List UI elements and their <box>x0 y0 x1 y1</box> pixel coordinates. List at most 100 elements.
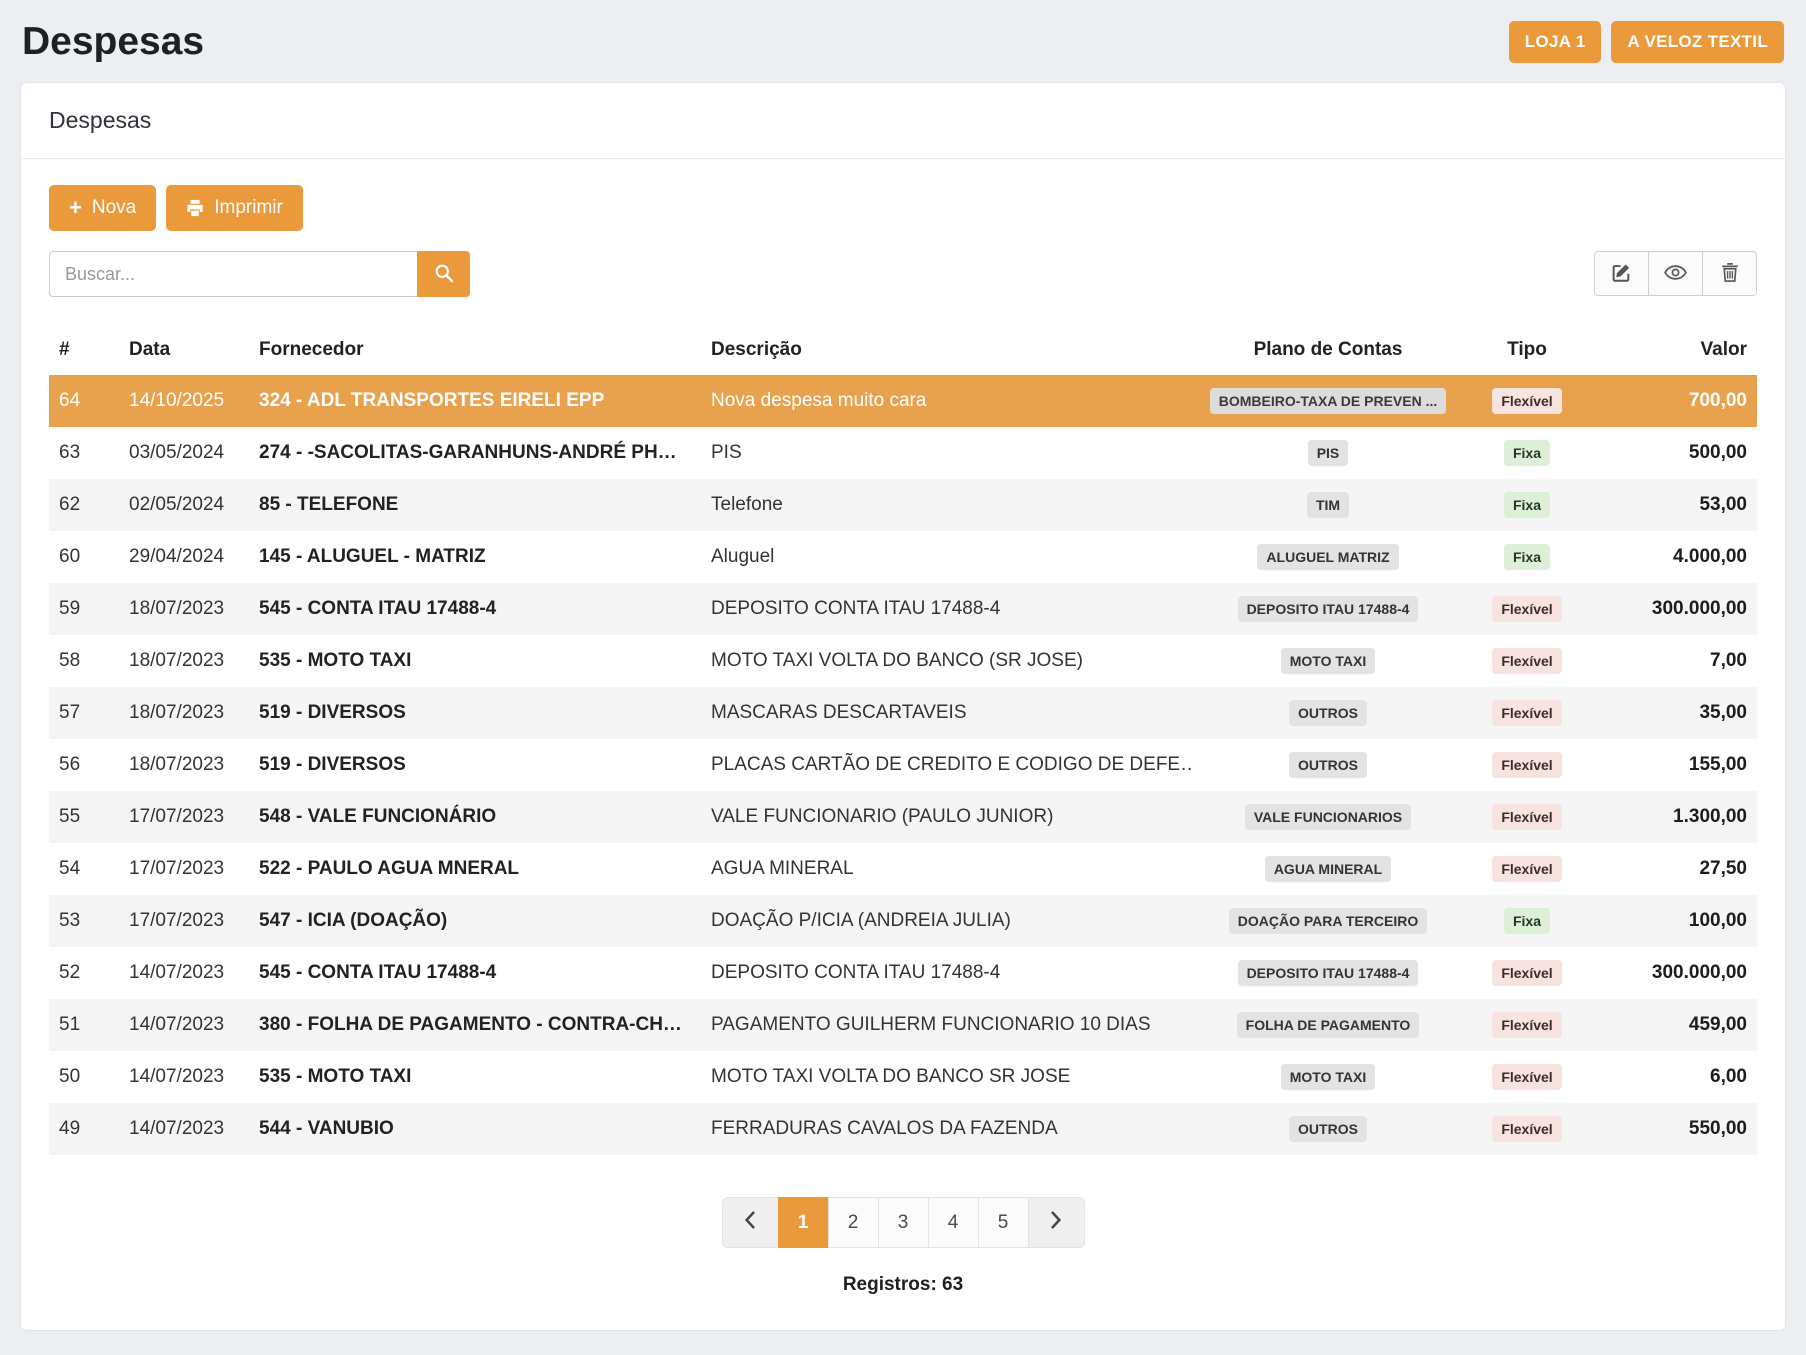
despesas-card: Despesas + Nova Imprimir <box>20 82 1786 1331</box>
store-button[interactable]: LOJA 1 <box>1509 21 1602 63</box>
tipo-badge: Flexível <box>1492 1064 1561 1090</box>
plano-badge: DEPOSITO ITAU 17488-4 <box>1238 596 1419 622</box>
plano-badge: AGUA MINERAL <box>1265 856 1391 882</box>
row-description: MOTO TAXI VOLTA DO BANCO SR JOSE <box>701 1051 1193 1103</box>
row-id: 56 <box>49 739 119 791</box>
page-button-2[interactable]: 2 <box>828 1197 879 1248</box>
column-header-descricao: Descrição <box>701 327 1193 375</box>
row-date: 14/10/2025 <box>119 375 249 427</box>
row-date: 18/07/2023 <box>119 739 249 791</box>
eye-icon <box>1664 264 1687 284</box>
row-supplier: 274 - -SACOLITAS-GARANHUNS-ANDRÉ PH… <box>249 427 701 479</box>
row-id: 55 <box>49 791 119 843</box>
table-row[interactable]: 60 29/04/2024 145 - ALUGUEL - MATRIZ Alu… <box>49 531 1757 583</box>
company-button[interactable]: A VELOZ TEXTIL <box>1611 21 1784 63</box>
plano-badge: DOAÇÃO PARA TERCEIRO <box>1229 908 1427 934</box>
table-row[interactable]: 63 03/05/2024 274 - -SACOLITAS-GARANHUNS… <box>49 427 1757 479</box>
page-button-4[interactable]: 4 <box>928 1197 979 1248</box>
row-description: MOTO TAXI VOLTA DO BANCO (SR JOSE) <box>701 635 1193 687</box>
row-value: 1.300,00 <box>1591 791 1757 843</box>
tipo-badge: Fixa <box>1504 908 1550 934</box>
page-button-5[interactable]: 5 <box>978 1197 1029 1248</box>
plano-badge: TIM <box>1307 492 1349 518</box>
despesas-table: # Data Fornecedor Descrição Plano de Con… <box>49 327 1757 1155</box>
row-id: 59 <box>49 583 119 635</box>
table-row[interactable]: 64 14/10/2025 324 - ADL TRANSPORTES EIRE… <box>49 375 1757 427</box>
column-header-fornecedor: Fornecedor <box>249 327 701 375</box>
nova-button[interactable]: + Nova <box>49 185 156 231</box>
header-buttons: LOJA 1 A VELOZ TEXTIL <box>1509 21 1784 63</box>
row-date: 17/07/2023 <box>119 843 249 895</box>
row-description: MASCARAS DESCARTAVEIS <box>701 687 1193 739</box>
row-supplier: 545 - CONTA ITAU 17488-4 <box>249 947 701 999</box>
table-row[interactable]: 51 14/07/2023 380 - FOLHA DE PAGAMENTO -… <box>49 999 1757 1051</box>
plano-badge: FOLHA DE PAGAMENTO <box>1237 1012 1420 1038</box>
column-header-tipo: Tipo <box>1463 327 1591 375</box>
table-row[interactable]: 55 17/07/2023 548 - VALE FUNCIONÁRIO VAL… <box>49 791 1757 843</box>
row-action-buttons <box>1594 251 1757 296</box>
row-description: PIS <box>701 427 1193 479</box>
tipo-badge: Flexível <box>1492 960 1561 986</box>
row-value: 100,00 <box>1591 895 1757 947</box>
plano-badge: OUTROS <box>1289 1116 1367 1142</box>
row-supplier: 547 - ICIA (DOAÇÃO) <box>249 895 701 947</box>
row-value: 459,00 <box>1591 999 1757 1051</box>
row-supplier: 522 - PAULO AGUA MNERAL <box>249 843 701 895</box>
row-date: 14/07/2023 <box>119 947 249 999</box>
column-header-data: Data <box>119 327 249 375</box>
tipo-badge: Flexível <box>1492 804 1561 830</box>
pagination: 12345 <box>49 1197 1757 1248</box>
table-row[interactable]: 57 18/07/2023 519 - DIVERSOS MASCARAS DE… <box>49 687 1757 739</box>
row-id: 53 <box>49 895 119 947</box>
row-supplier: 145 - ALUGUEL - MATRIZ <box>249 531 701 583</box>
next-page-button[interactable] <box>1028 1197 1085 1248</box>
row-date: 18/07/2023 <box>119 583 249 635</box>
plano-badge: OUTROS <box>1289 752 1367 778</box>
tipo-badge: Flexível <box>1492 856 1561 882</box>
column-header-valor: Valor <box>1591 327 1757 375</box>
table-row[interactable]: 52 14/07/2023 545 - CONTA ITAU 17488-4 D… <box>49 947 1757 999</box>
page-button-1[interactable]: 1 <box>778 1197 829 1248</box>
row-id: 50 <box>49 1051 119 1103</box>
chevron-left-icon <box>743 1211 757 1235</box>
view-button[interactable] <box>1648 251 1703 296</box>
table-row[interactable]: 56 18/07/2023 519 - DIVERSOS PLACAS CART… <box>49 739 1757 791</box>
page-title: Despesas <box>22 20 204 64</box>
row-supplier: 380 - FOLHA DE PAGAMENTO - CONTRA-CH… <box>249 999 701 1051</box>
table-row[interactable]: 50 14/07/2023 535 - MOTO TAXI MOTO TAXI … <box>49 1051 1757 1103</box>
row-value: 27,50 <box>1591 843 1757 895</box>
table-row[interactable]: 49 14/07/2023 544 - VANUBIO FERRADURAS C… <box>49 1103 1757 1155</box>
row-description: VALE FUNCIONARIO (PAULO JUNIOR) <box>701 791 1193 843</box>
plano-badge: MOTO TAXI <box>1281 1064 1375 1090</box>
search-button[interactable] <box>417 251 470 297</box>
tipo-badge: Flexível <box>1492 1012 1561 1038</box>
table-row[interactable]: 58 18/07/2023 535 - MOTO TAXI MOTO TAXI … <box>49 635 1757 687</box>
tipo-badge: Flexível <box>1492 700 1561 726</box>
delete-button[interactable] <box>1702 251 1757 296</box>
row-value: 155,00 <box>1591 739 1757 791</box>
row-date: 18/07/2023 <box>119 635 249 687</box>
tipo-badge: Flexível <box>1492 752 1561 778</box>
row-supplier: 544 - VANUBIO <box>249 1103 701 1155</box>
row-date: 29/04/2024 <box>119 531 249 583</box>
row-supplier: 535 - MOTO TAXI <box>249 635 701 687</box>
row-date: 17/07/2023 <box>119 791 249 843</box>
imprimir-button[interactable]: Imprimir <box>166 185 303 231</box>
prev-page-button[interactable] <box>722 1197 779 1248</box>
table-row[interactable]: 59 18/07/2023 545 - CONTA ITAU 17488-4 D… <box>49 583 1757 635</box>
search-input[interactable] <box>49 251 417 297</box>
row-supplier: 85 - TELEFONE <box>249 479 701 531</box>
tipo-badge: Fixa <box>1504 544 1550 570</box>
row-value: 53,00 <box>1591 479 1757 531</box>
page-button-3[interactable]: 3 <box>878 1197 929 1248</box>
plano-badge: OUTROS <box>1289 700 1367 726</box>
tipo-badge: Fixa <box>1504 440 1550 466</box>
row-date: 18/07/2023 <box>119 687 249 739</box>
table-row[interactable]: 62 02/05/2024 85 - TELEFONE Telefone TIM… <box>49 479 1757 531</box>
table-row[interactable]: 54 17/07/2023 522 - PAULO AGUA MNERAL AG… <box>49 843 1757 895</box>
table-row[interactable]: 53 17/07/2023 547 - ICIA (DOAÇÃO) DOAÇÃO… <box>49 895 1757 947</box>
toolbar: + Nova Imprimir <box>49 185 1757 231</box>
row-description: Telefone <box>701 479 1193 531</box>
edit-button[interactable] <box>1594 251 1649 296</box>
tipo-badge: Flexível <box>1492 1116 1561 1142</box>
